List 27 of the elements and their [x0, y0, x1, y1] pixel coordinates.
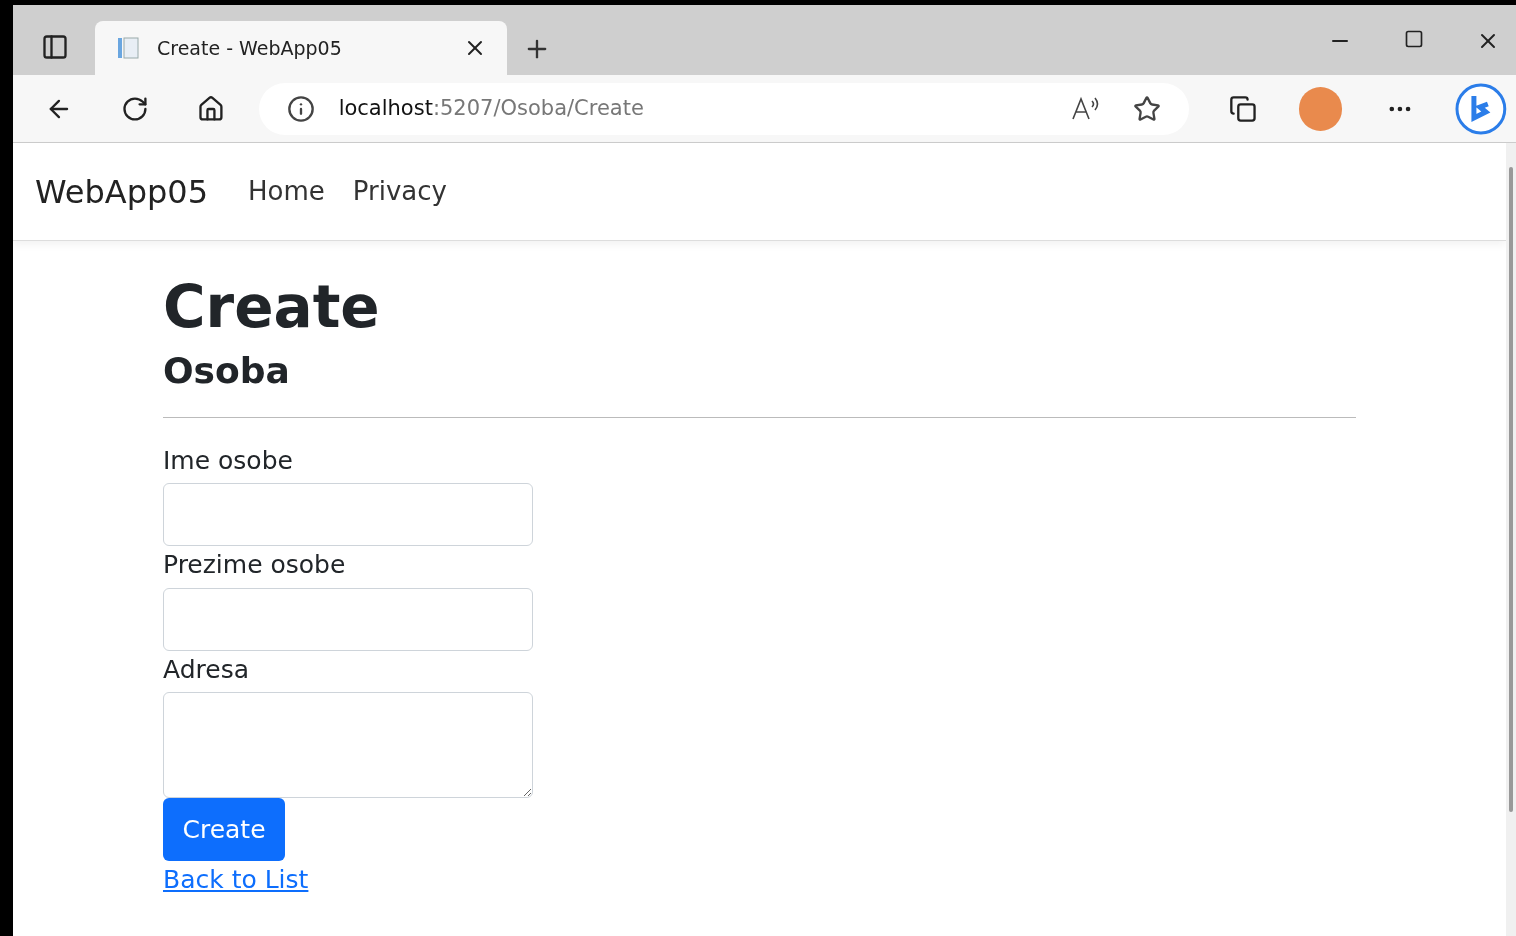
address-bar[interactable]: localhost:5207/Osoba/Create [258, 82, 1189, 135]
back-to-list-link[interactable]: Back to List [163, 861, 309, 899]
document-icon [115, 35, 141, 61]
chat-icon[interactable] [1454, 81, 1508, 136]
field-label: Adresa [163, 653, 250, 686]
collections-icon[interactable] [1228, 94, 1257, 123]
browser-tab[interactable]: Create - WebApp05 [95, 21, 507, 75]
input-field[interactable] [163, 692, 533, 798]
scrollbar[interactable] [1506, 143, 1516, 936]
nav-link[interactable]: Home [248, 172, 325, 211]
page-title: Create [163, 272, 381, 343]
info-icon[interactable] [286, 94, 315, 123]
nav-link[interactable]: Privacy [352, 172, 447, 211]
tab-title: Create - WebApp05 [157, 35, 343, 61]
create-button[interactable]: Create [163, 798, 285, 861]
sidebar-icon[interactable] [41, 33, 69, 61]
maximize-icon[interactable] [1404, 29, 1424, 49]
refresh-icon[interactable] [120, 94, 149, 123]
favorite-icon[interactable] [1132, 94, 1161, 123]
page-subtitle: Osoba [163, 348, 291, 393]
input-field[interactable] [163, 483, 533, 546]
field-label: Prezime osobe [163, 549, 347, 581]
field-label: Ime osobe [163, 444, 294, 477]
brand-link[interactable]: WebApp05 [35, 167, 208, 216]
home-icon[interactable] [196, 94, 225, 123]
url-text: localhost:5207/Osoba/Create [338, 94, 644, 122]
input-field[interactable] [163, 587, 533, 651]
